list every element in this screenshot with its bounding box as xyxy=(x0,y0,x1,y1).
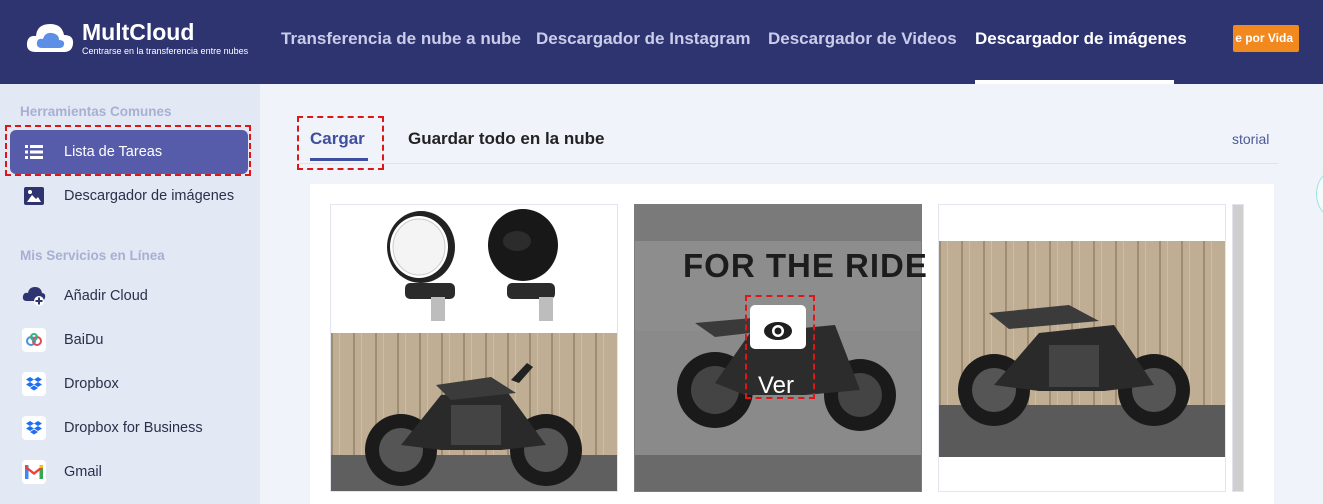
cloud-logo-icon xyxy=(26,24,74,52)
image-card-mirrors-and-motorcycle[interactable] xyxy=(330,204,618,492)
add-cloud-icon xyxy=(22,284,46,308)
promo-button[interactable]: e por Vida xyxy=(1233,25,1299,52)
nav-active-indicator xyxy=(975,80,1174,84)
image-icon xyxy=(22,184,46,208)
sidebar-item-image-downloader[interactable]: Descargador de imágenes xyxy=(10,174,248,218)
sidebar-section-services: Mis Servicios en Línea xyxy=(20,248,165,263)
gmail-icon xyxy=(22,460,46,484)
dropbox-business-icon xyxy=(22,416,46,440)
sidebar-item-dropbox-business[interactable]: Dropbox for Business xyxy=(10,406,248,450)
image-card-partial[interactable] xyxy=(1232,204,1244,492)
tab-save-all-to-cloud[interactable]: Guardar todo en la nube xyxy=(408,129,604,149)
tabs-divider xyxy=(298,163,1278,164)
history-link[interactable]: storial xyxy=(1232,131,1269,147)
sidebar-item-label: Dropbox xyxy=(64,376,119,392)
brand-name: MultCloud xyxy=(82,19,195,45)
image-thumbnail xyxy=(939,205,1225,491)
sidebar-item-label: Descargador de imágenes xyxy=(64,188,235,204)
nav-image-downloader[interactable]: Descargador de imágenes xyxy=(975,29,1187,49)
sidebar-section-common: Herramientas Comunes xyxy=(20,104,172,119)
image-thumbnail xyxy=(331,205,617,491)
highlight-box-upload-tab xyxy=(297,116,384,170)
nav-video-downloader[interactable]: Descargador de Videos xyxy=(768,29,957,49)
sidebar-item-label: BaiDu xyxy=(64,332,104,348)
sidebar-item-baidu[interactable]: BaiDu xyxy=(10,318,248,362)
sidebar-item-add-cloud[interactable]: Añadir Cloud xyxy=(10,274,248,318)
top-navigation-bar: MultCloud Centrarse en la transferencia … xyxy=(0,0,1323,84)
baidu-icon xyxy=(22,328,46,352)
sidebar-item-dropbox[interactable]: Dropbox xyxy=(10,362,248,406)
sidebar-item-label: Dropbox for Business xyxy=(64,420,203,436)
floating-helper-button[interactable] xyxy=(1316,172,1323,216)
brand-tagline: Centrarse en la transferencia entre nube… xyxy=(82,46,249,56)
highlight-box-task-list xyxy=(5,125,251,176)
sidebar-item-label: Añadir Cloud xyxy=(64,288,148,304)
highlight-box-view xyxy=(745,295,815,399)
nav-cloud-transfer[interactable]: Transferencia de nube a nube xyxy=(281,29,521,49)
dropbox-icon xyxy=(22,372,46,396)
image-banner-text: FOR THE RIDE xyxy=(683,247,928,284)
sidebar-item-gmail[interactable]: Gmail xyxy=(10,450,248,494)
nav-instagram-downloader[interactable]: Descargador de Instagram xyxy=(536,29,750,49)
sidebar-item-label: Gmail xyxy=(64,464,102,480)
logo[interactable]: MultCloud Centrarse en la transferencia … xyxy=(24,18,248,58)
image-card-motorcycle-wood-wall[interactable] xyxy=(938,204,1226,492)
